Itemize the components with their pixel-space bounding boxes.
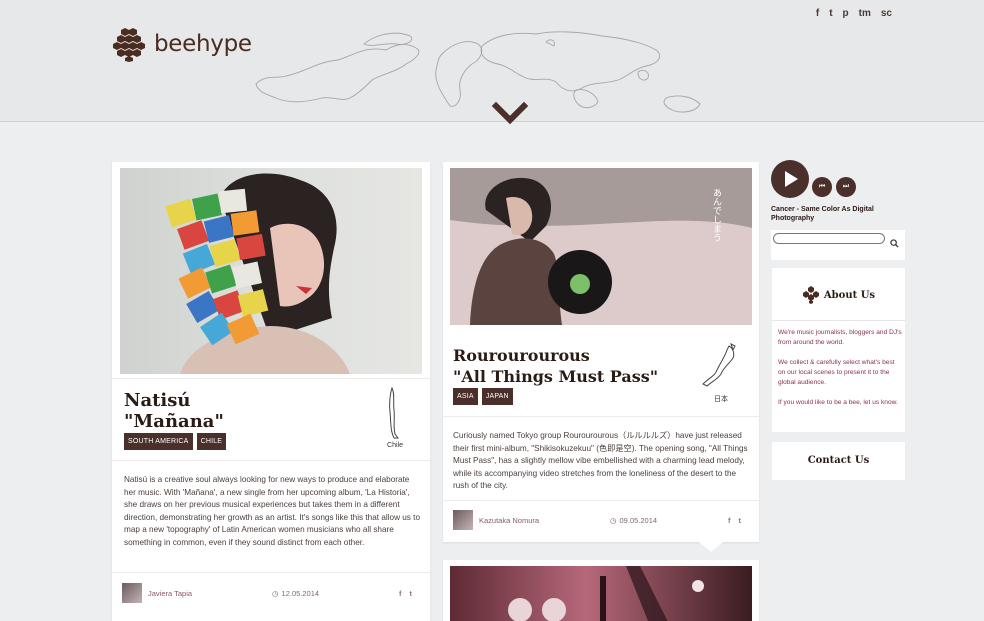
svg-text:あんでしまう: あんでしまう — [711, 188, 722, 242]
twitter-share-icon[interactable]: t — [410, 589, 413, 598]
honeycomb-icon — [802, 286, 819, 304]
post-image[interactable] — [120, 168, 422, 374]
post-title[interactable]: Rourourourous "All Things Must Pass" — [453, 345, 658, 387]
search-box — [771, 230, 905, 260]
woman-with-record-image: あんでしまう — [450, 168, 752, 325]
country-label: Chile — [387, 442, 403, 449]
facebook-share-icon[interactable]: f — [399, 589, 402, 598]
now-playing-title: Cancer - Same Color As Digital Photograp… — [771, 206, 874, 222]
date-text: 09.05.2014 — [619, 515, 658, 525]
search-icon[interactable] — [890, 239, 899, 248]
author-avatar[interactable] — [122, 583, 142, 603]
facebook-share-icon[interactable]: f — [728, 516, 731, 525]
social-links: f t p tm sc — [816, 8, 892, 19]
author-avatar[interactable] — [453, 510, 473, 530]
post-title[interactable]: Natisú "Mañana" — [124, 390, 224, 432]
japan-map-icon — [702, 343, 736, 387]
author-name[interactable]: Javiera Tapia — [148, 589, 192, 598]
post-meta: Kazutaka Nomura ◷ 09.05.2014 f t — [453, 510, 749, 530]
pinterest-icon[interactable]: p — [843, 8, 849, 19]
date-text: 12.05.2014 — [281, 588, 320, 598]
tag-list: South America Chile — [124, 433, 227, 450]
honeycomb-logo-icon — [113, 28, 145, 62]
about-text-3[interactable]: If you would like to be a bee, let us kn… — [778, 398, 902, 408]
divider — [443, 416, 759, 417]
tag-country[interactable]: Chile — [196, 433, 227, 450]
contact-us-button[interactable]: Contact Us — [772, 442, 905, 480]
share-buttons: f t — [728, 516, 741, 525]
logo[interactable]: beehype — [112, 26, 252, 62]
brand-name: beehype — [154, 31, 252, 57]
post-card[interactable] — [443, 560, 759, 621]
chevron-down-icon[interactable] — [488, 96, 532, 130]
post-excerpt: Natisú is a creative soul always looking… — [124, 475, 421, 547]
post-excerpt: Curiously named Tokyo group Rourourourou… — [453, 431, 748, 491]
about-heading: About Us — [772, 286, 905, 304]
facebook-icon[interactable]: f — [816, 8, 819, 19]
tag-country[interactable]: Japan — [481, 388, 513, 405]
divider — [112, 378, 430, 379]
card-pointer — [699, 542, 723, 552]
audio-player: ⏮ ⏭ Cancer - Same Color As Digital Photo… — [771, 160, 905, 260]
divider — [443, 500, 759, 501]
post-card[interactable]: Natisú "Mañana" South America Chile Chil… — [112, 162, 430, 621]
about-text-2: We collect & carefully select what's bes… — [778, 359, 895, 386]
play-button[interactable] — [771, 160, 809, 198]
divider — [112, 572, 430, 573]
divider — [112, 460, 430, 461]
twitter-share-icon[interactable]: t — [739, 516, 742, 525]
share-buttons: f t — [399, 589, 412, 598]
clock-icon: ◷ — [271, 588, 279, 598]
about-title: About Us — [823, 289, 876, 301]
divider — [772, 320, 905, 321]
twitter-icon[interactable]: t — [829, 8, 832, 19]
country-map: 日本 — [699, 342, 743, 404]
tag-list: Asia Japan — [453, 388, 513, 405]
portrait-with-cubes-image — [165, 173, 350, 374]
world-map-illustration — [255, 31, 701, 113]
country-label: 日本 — [714, 396, 728, 403]
search-input[interactable] — [773, 233, 885, 244]
chile-map-icon — [389, 386, 399, 439]
tag-region[interactable]: Asia — [453, 388, 478, 405]
post-date: ◷ 09.05.2014 — [610, 516, 657, 525]
post-date: ◷ 12.05.2014 — [272, 589, 319, 598]
tumblr-icon[interactable]: tm — [859, 8, 871, 19]
tag-region[interactable]: South America — [124, 433, 193, 450]
previous-track-button[interactable]: ⏮ — [812, 177, 832, 197]
post-card[interactable]: あんでしまう Rourourourous "All Things Must Pa… — [443, 162, 759, 552]
author-name[interactable]: Kazutaka Nomura — [479, 516, 539, 525]
artist-name: Rourourourous — [453, 346, 590, 365]
artist-name: Natisú — [124, 390, 191, 411]
clock-icon: ◷ — [609, 515, 617, 525]
next-track-button[interactable]: ⏭ — [836, 177, 856, 197]
song-title: "All Things Must Pass" — [453, 367, 659, 386]
post-image[interactable] — [450, 566, 752, 621]
song-title: "Mañana" — [124, 411, 224, 432]
post-meta: Javiera Tapia ◷ 12.05.2014 f t — [122, 583, 420, 603]
studio-image — [508, 566, 704, 621]
about-panel: About Us We're music journalists, blogge… — [772, 268, 905, 432]
about-text-1: We're music journalists, bloggers and DJ… — [778, 329, 902, 346]
post-image[interactable]: あんでしまう — [450, 168, 752, 325]
soundcloud-icon[interactable]: sc — [881, 8, 892, 19]
country-map: Chile — [378, 386, 412, 449]
site-header: beehype f t p tm sc — [0, 0, 984, 125]
